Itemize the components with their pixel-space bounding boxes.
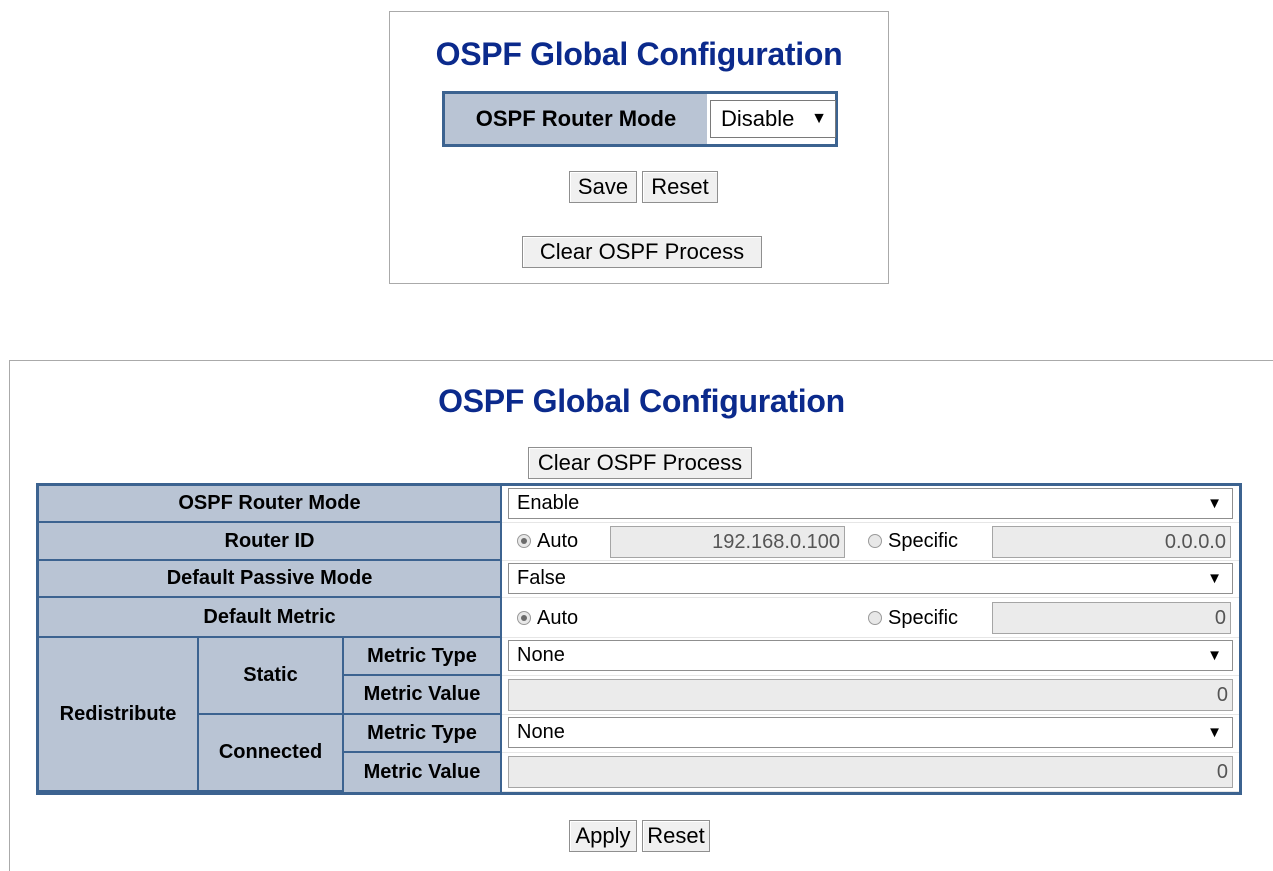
router-mode-cell: Enable ▼ [502, 486, 1239, 523]
default-metric-specific-field[interactable]: 0 [992, 602, 1231, 634]
static-metric-value-field[interactable]: 0 [508, 679, 1233, 711]
router-mode-select[interactable]: Enable ▼ [508, 488, 1233, 519]
router-mode-select[interactable]: Disable ▼ [710, 100, 836, 138]
connected-metric-value-cell: 0 [502, 753, 1239, 792]
static-metric-type-value: None [517, 644, 565, 666]
passive-mode-cell: False ▼ [502, 561, 1239, 598]
dropdown-arrow-icon: ▼ [1207, 570, 1222, 587]
dropdown-arrow-icon: ▼ [811, 110, 827, 127]
ospf-config-table: OSPF Router Mode Enable ▼ Router ID Auto… [36, 483, 1242, 795]
router-mode-value: Enable [517, 492, 580, 514]
connected-label: Connected [199, 715, 344, 792]
router-mode-value: Disable [721, 106, 795, 131]
static-metric-type-label: Metric Type [344, 638, 502, 676]
static-metric-type-cell: None ▼ [502, 638, 1239, 676]
default-metric-specific-radio[interactable] [868, 611, 882, 625]
static-metric-value-cell: 0 [502, 676, 1239, 715]
connected-metric-value-label: Metric Value [344, 753, 502, 792]
passive-mode-select[interactable]: False ▼ [508, 563, 1233, 594]
static-metric-type-select[interactable]: None ▼ [508, 640, 1233, 671]
router-id-cell: Auto 192.168.0.100 Specific 0.0.0.0 [502, 523, 1239, 561]
router-id-auto-radio[interactable] [517, 534, 531, 548]
apply-button[interactable]: Apply [569, 820, 637, 852]
dropdown-arrow-icon: ▼ [1207, 724, 1222, 741]
router-id-specific-radio[interactable] [868, 534, 882, 548]
page-title: OSPF Global Configuration [438, 383, 845, 419]
router-mode-label: OSPF Router Mode [39, 486, 502, 523]
connected-metric-type-select[interactable]: None ▼ [508, 717, 1233, 748]
default-metric-auto-radio[interactable] [517, 611, 531, 625]
router-id-auto-label: Auto [537, 530, 579, 552]
router-mode-table: OSPF Router Mode Disable ▼ [442, 91, 838, 147]
ospf-config-panel-enabled: OSPF Global Configuration Clear OSPF Pro… [9, 360, 1273, 871]
dropdown-arrow-icon: ▼ [1207, 647, 1222, 664]
connected-metric-type-label: Metric Type [344, 715, 502, 753]
clear-ospf-process-button[interactable]: Clear OSPF Process [522, 236, 762, 268]
save-button[interactable]: Save [569, 171, 637, 203]
default-metric-label: Default Metric [39, 598, 502, 638]
static-metric-value-label: Metric Value [344, 676, 502, 715]
default-metric-cell: Auto Specific 0 [502, 598, 1239, 638]
passive-mode-label: Default Passive Mode [39, 561, 502, 598]
default-metric-auto-label: Auto [537, 607, 579, 629]
passive-mode-value: False [517, 567, 566, 589]
reset-button[interactable]: Reset [642, 820, 710, 852]
router-id-specific-field[interactable]: 0.0.0.0 [992, 526, 1231, 558]
ospf-config-panel-disabled: OSPF Global Configuration OSPF Router Mo… [389, 11, 889, 284]
static-label: Static [199, 638, 344, 715]
default-metric-specific-label: Specific [888, 607, 959, 629]
router-id-auto-field[interactable]: 192.168.0.100 [610, 526, 845, 558]
clear-ospf-process-button[interactable]: Clear OSPF Process [528, 447, 752, 479]
connected-metric-type-value: None [517, 721, 565, 743]
page-title: OSPF Global Configuration [435, 36, 843, 72]
connected-metric-type-cell: None ▼ [502, 715, 1239, 753]
router-mode-label: OSPF Router Mode [445, 94, 709, 144]
dropdown-arrow-icon: ▼ [1207, 495, 1222, 512]
router-id-specific-label: Specific [888, 530, 959, 552]
redistribute-label: Redistribute [39, 638, 199, 792]
reset-button[interactable]: Reset [642, 171, 718, 203]
router-id-label: Router ID [39, 523, 502, 561]
connected-metric-value-field[interactable]: 0 [508, 756, 1233, 788]
